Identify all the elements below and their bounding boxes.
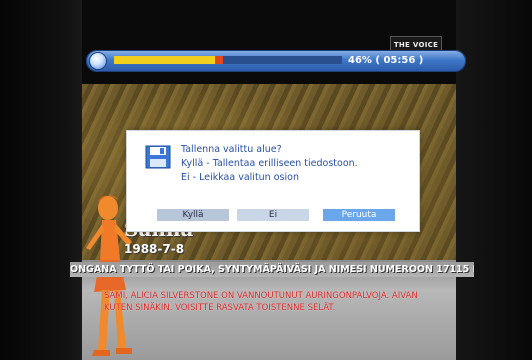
- sms-message: SAMI, ALICIA SILVERSTONE ON VANNOUTUNUT …: [104, 290, 434, 314]
- floppy-disk-icon: [145, 145, 171, 169]
- sms-line: SAMI, ALICIA SILVERSTONE ON VANNOUTUNUT …: [104, 291, 418, 301]
- progress-status-text: 46% ( 05:56 ): [348, 55, 424, 66]
- progress-marker[interactable]: [215, 56, 223, 64]
- save-selection-dialog: Tallenna valittu alue? Kyllä - Tallentaa…: [126, 130, 420, 232]
- dialog-question: Tallenna valittu alue?: [181, 144, 282, 155]
- progress-fill: [114, 56, 219, 64]
- screen-bezel-right: [456, 0, 532, 360]
- yes-button[interactable]: Kyllä: [157, 209, 229, 221]
- dialog-option-no-text: Ei - Leikkaa valitun osion: [181, 172, 299, 183]
- cancel-button[interactable]: Peruuta: [323, 209, 395, 221]
- presenter-date: 1988-7-8: [124, 242, 185, 256]
- dialog-option-yes-text: Kyllä - Tallentaa erilliseen tiedostoon.: [181, 158, 358, 169]
- playback-progress-bar[interactable]: 46% ( 05:56 ): [86, 50, 466, 72]
- dialog-message: Tallenna valittu alue? Kyllä - Tallentaa…: [181, 143, 413, 185]
- playback-status-icon: [90, 53, 106, 69]
- no-button[interactable]: Ei: [237, 209, 309, 221]
- ticker-banner: ONGANA TYTTÖ TAI POIKA, SYNTYMÄPÄIVÄSI J…: [70, 262, 474, 277]
- progress-track[interactable]: [114, 56, 342, 64]
- sms-line: KUTEN SINÄKIN. VOISITTE RASVATA TOISTENN…: [104, 303, 336, 313]
